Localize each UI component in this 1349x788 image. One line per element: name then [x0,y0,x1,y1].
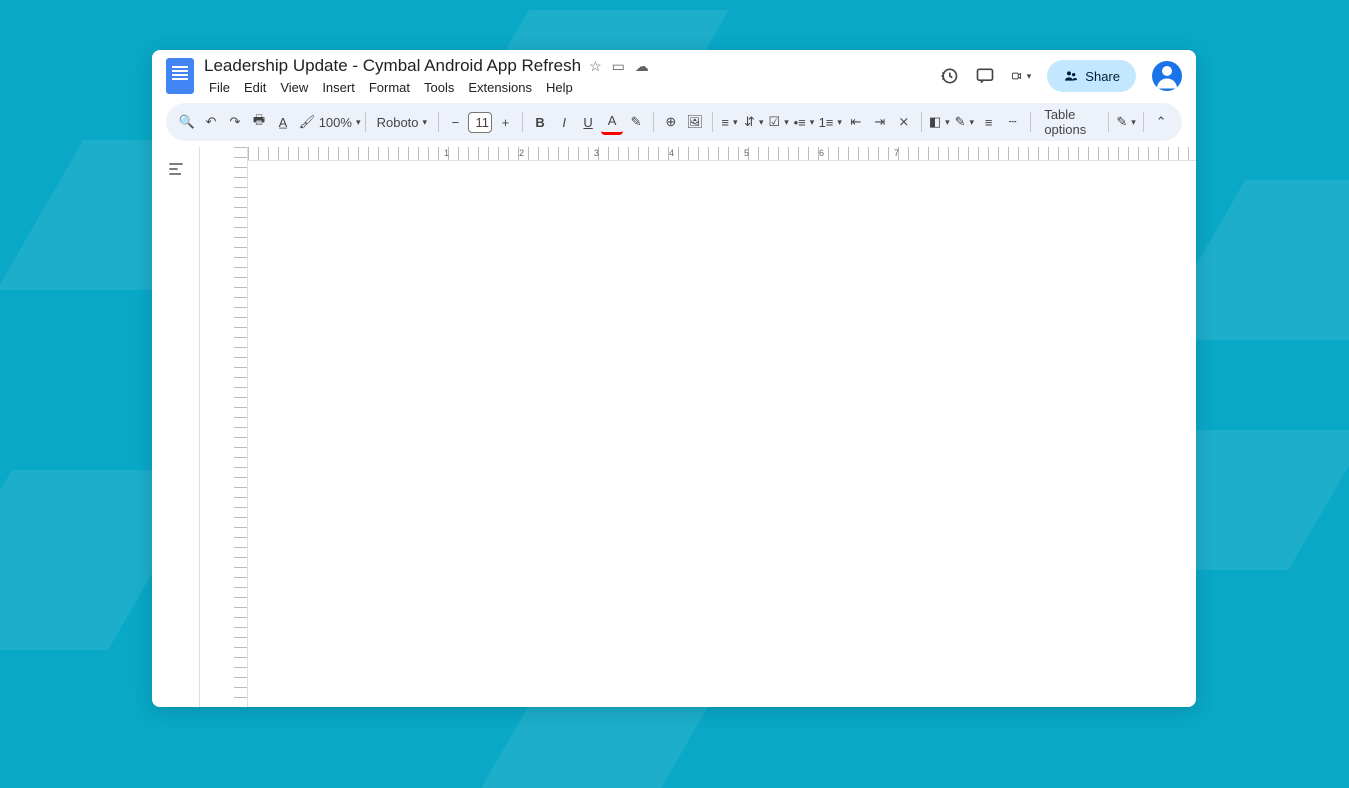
move-icon[interactable]: ▭ [612,58,625,75]
app-window: Leadership Update - Cymbal Android App R… [152,50,1196,707]
menu-extensions[interactable]: Extensions [463,78,537,97]
menu-tools[interactable]: Tools [419,78,459,97]
print-icon[interactable]: 🖶 [248,107,270,137]
topbar: Leadership Update - Cymbal Android App R… [152,50,1196,97]
ruler-number: 5 [744,148,749,158]
menu-insert[interactable]: Insert [317,78,360,97]
ruler-number: 3 [594,148,599,158]
ruler-number: 1 [444,148,449,158]
bold-icon[interactable]: B [529,111,551,134]
menu-help[interactable]: Help [541,78,578,97]
border-dash-icon[interactable]: ┄ [1002,110,1024,134]
paint-format-icon[interactable]: 🖌 [296,110,318,134]
font-size-input[interactable]: 11 [468,112,492,133]
toolbar: 🔍 ↶ ↷ 🖶 A̲ 🖌 100% Roboto − 11 + B I U A … [166,103,1182,141]
underline-icon[interactable]: U [577,111,599,134]
border-color-icon[interactable]: ✎ [953,110,976,134]
italic-icon[interactable]: I [553,111,575,134]
history-icon[interactable] [939,66,959,86]
star-icon[interactable]: ☆ [589,58,602,75]
bulleted-list-icon[interactable]: •≡ [792,111,815,134]
numbered-list-icon[interactable]: 1≡ [818,111,843,134]
menu-format[interactable]: Format [364,78,415,97]
checklist-icon[interactable]: ☑ [767,110,790,134]
menu-view[interactable]: View [275,78,313,97]
meet-icon[interactable] [1011,66,1031,86]
line-spacing-icon[interactable]: ⇵ [742,110,765,134]
ruler-number: 2 [519,148,524,158]
undo-icon[interactable]: ↶ [200,110,222,134]
text-color-icon[interactable]: A [601,109,623,135]
menu-edit[interactable]: Edit [239,78,271,97]
outline-toggle-icon[interactable] [166,159,186,179]
zoom-select[interactable]: 100% [320,115,359,130]
cloud-saved-icon[interactable]: ☁ [635,58,649,75]
ruler-number: 7 [894,148,899,158]
highlight-icon[interactable]: ✎ [625,110,647,134]
menubar: FileEditViewInsertFormatToolsExtensionsH… [204,78,939,97]
cell-fill-icon[interactable]: ◧ [927,110,951,134]
decrease-indent-icon[interactable]: ⇤ [845,110,867,134]
docs-logo-icon[interactable] [166,58,194,94]
share-button[interactable]: Share [1047,60,1136,92]
search-menus-icon[interactable]: 🔍 [176,110,198,134]
clear-formatting-icon[interactable]: ⨯ [893,110,915,134]
font-select[interactable]: Roboto [372,115,432,130]
vertical-ruler [234,147,248,707]
comment-icon[interactable] [975,66,995,86]
collapse-toolbar-icon[interactable]: ⌃ [1150,110,1172,134]
share-label: Share [1085,69,1120,84]
doc-title[interactable]: Leadership Update - Cymbal Android App R… [204,56,581,76]
insert-image-icon[interactable]: 🖼 [684,110,706,134]
horizontal-ruler: 1 2 3 4 5 6 7 [248,147,1196,161]
insert-link-icon[interactable]: ⊕ [660,110,682,134]
spellcheck-icon[interactable]: A̲ [272,111,294,134]
border-width-icon[interactable]: ≡ [978,111,1000,134]
menu-file[interactable]: File [204,78,235,97]
redo-icon[interactable]: ↷ [224,110,246,134]
ruler-number: 6 [819,148,824,158]
editing-mode-icon[interactable]: ✎ [1115,110,1138,134]
decrease-font-icon[interactable]: − [444,111,466,134]
account-avatar[interactable] [1152,61,1182,91]
increase-indent-icon[interactable]: ⇥ [869,110,891,134]
increase-font-icon[interactable]: + [494,111,516,134]
align-icon[interactable]: ≡ [718,111,740,134]
ruler-number: 4 [669,148,674,158]
table-options-button[interactable]: Table options [1036,107,1102,137]
